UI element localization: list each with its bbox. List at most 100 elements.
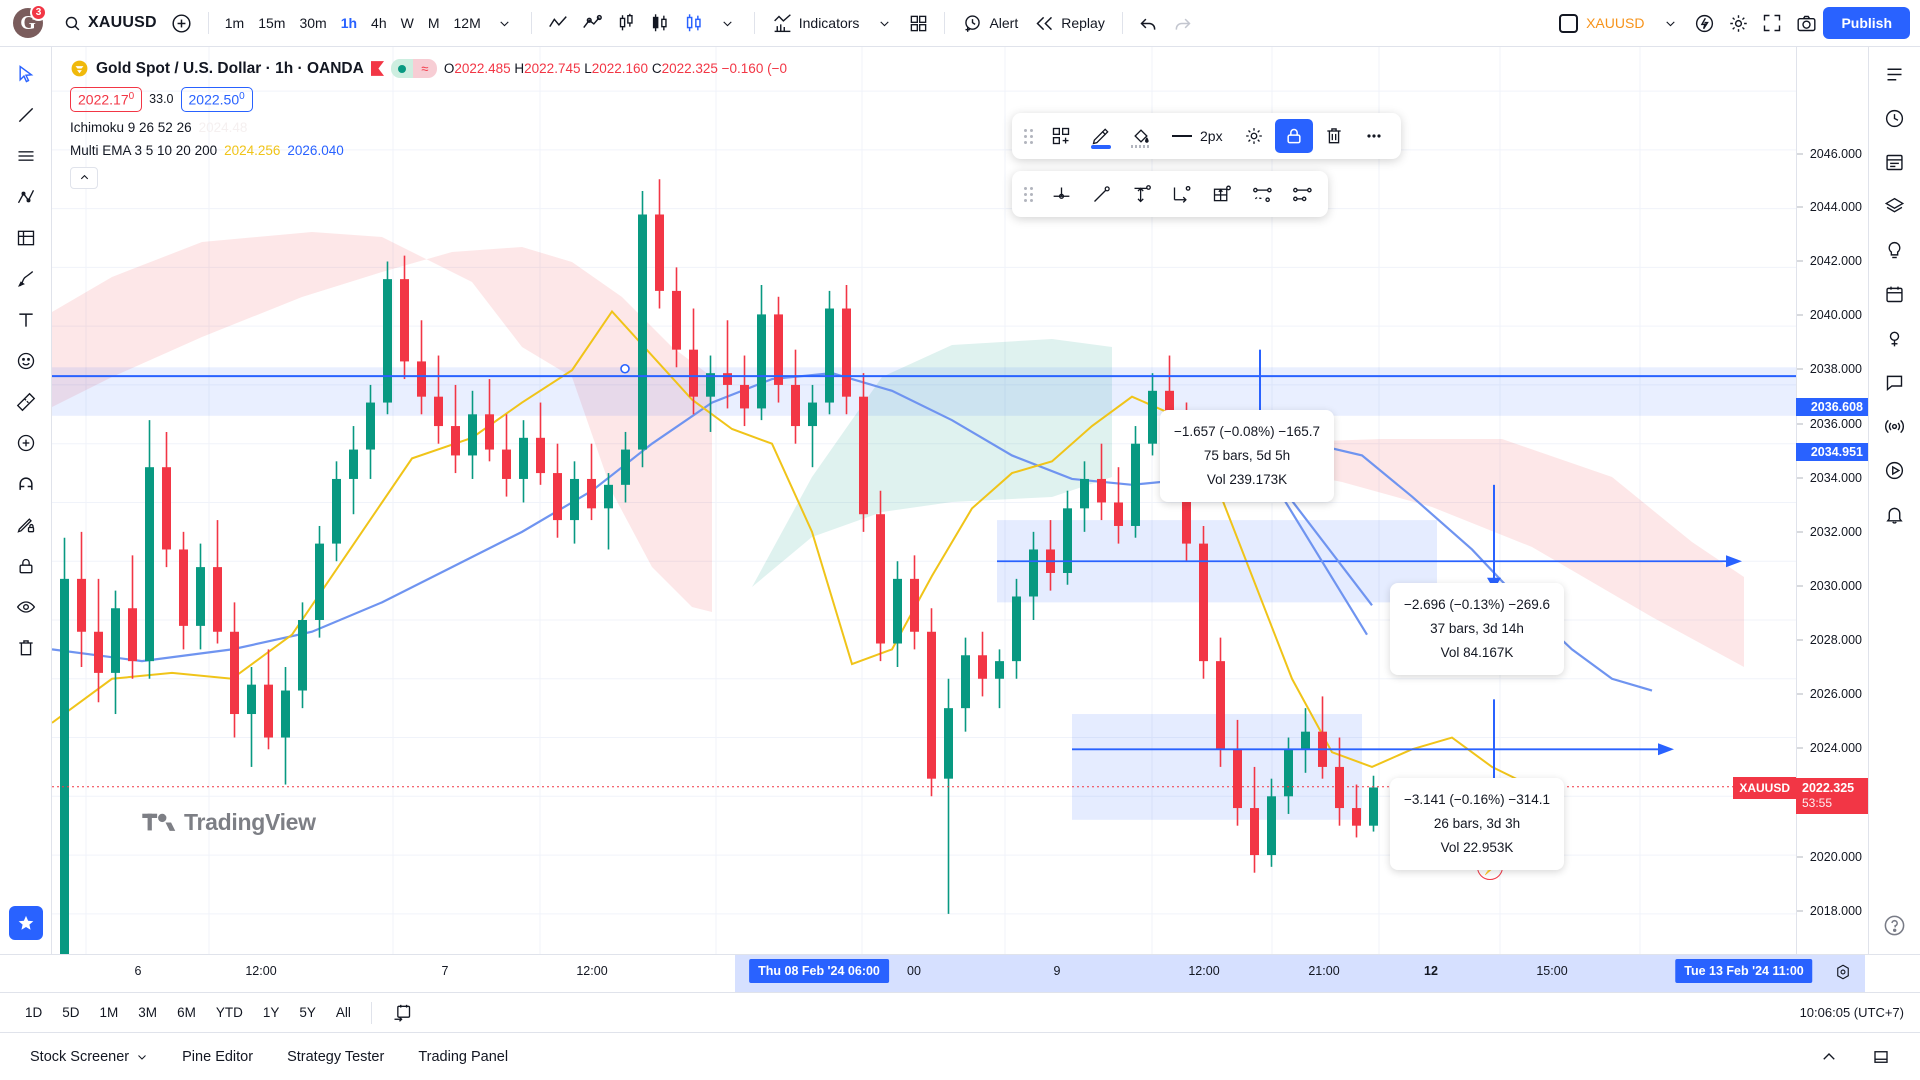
- range-1m[interactable]: 1M: [91, 1000, 128, 1025]
- chart-type-dropdown[interactable]: [711, 6, 745, 40]
- time-marker-label[interactable]: Thu 08 Feb '24 06:00: [749, 959, 889, 983]
- news-icon[interactable]: [1876, 319, 1914, 357]
- price-scale[interactable]: 2046.000 2044.000 2042.000 2040.000 2038.000…: [1796, 47, 1868, 954]
- drag-handle[interactable]: [1020, 183, 1036, 205]
- text-tool[interactable]: [7, 301, 45, 339]
- gear-icon[interactable]: [1235, 119, 1273, 153]
- undo-button[interactable]: [1132, 6, 1166, 40]
- help-icon[interactable]: [1876, 906, 1914, 944]
- stock-screener-button[interactable]: Stock Screener: [16, 1041, 162, 1073]
- indicators-dropdown[interactable]: [867, 6, 901, 40]
- quick-search-button[interactable]: [1687, 6, 1721, 40]
- favorites-button[interactable]: [8, 906, 43, 940]
- alert-button[interactable]: Alert: [954, 7, 1026, 40]
- trading-panel-button[interactable]: Trading Panel: [404, 1041, 522, 1073]
- bars-pattern-icon[interactable]: [1162, 177, 1200, 211]
- more-icon[interactable]: [1355, 119, 1393, 153]
- timeframe-1m[interactable]: 1m: [218, 9, 251, 37]
- stay-in-draw-mode-tool[interactable]: [7, 506, 45, 544]
- hide-drawings-tool[interactable]: [7, 588, 45, 626]
- expand-panel-button[interactable]: [1806, 1040, 1852, 1074]
- timeframe-1h[interactable]: 1h: [334, 9, 364, 37]
- timezone-button[interactable]: [1834, 963, 1852, 981]
- broadcast-icon[interactable]: [1876, 407, 1914, 445]
- pine-editor-button[interactable]: Pine Editor: [168, 1041, 267, 1073]
- chart-type-baseline[interactable]: [575, 6, 609, 40]
- ideas-icon[interactable]: [1876, 231, 1914, 269]
- indicators-button[interactable]: Indicators: [764, 7, 868, 40]
- magnet-tool[interactable]: [7, 465, 45, 503]
- cursor-tool[interactable]: [7, 55, 45, 93]
- time-scale[interactable]: 6 12:00 7 12:00 00 9 12:00 21:00 12 15:00 Thu 08 F…: [52, 954, 1868, 992]
- range-6m[interactable]: 6M: [168, 1000, 205, 1025]
- range-1d[interactable]: 1D: [16, 1000, 51, 1025]
- paint-bucket-icon[interactable]: [1122, 119, 1160, 153]
- measurement-tooltip[interactable]: −1.657 (−0.08%) −165.7 75 bars, 5d 5h Vo…: [1160, 410, 1334, 502]
- stream-icon[interactable]: [1876, 451, 1914, 489]
- chat-icon[interactable]: [1876, 363, 1914, 401]
- trend-line-icon[interactable]: [1082, 177, 1120, 211]
- range-5d[interactable]: 5D: [53, 1000, 88, 1025]
- remove-drawings-tool[interactable]: [7, 629, 45, 667]
- timeframe-4h[interactable]: 4h: [364, 9, 394, 37]
- range-ytd[interactable]: YTD: [207, 1000, 252, 1025]
- brush-tool[interactable]: [7, 260, 45, 298]
- strategy-tester-button[interactable]: Strategy Tester: [273, 1041, 398, 1073]
- calendar-icon[interactable]: [1876, 275, 1914, 313]
- lock-icon[interactable]: [1274, 119, 1313, 153]
- price-range-icon[interactable]: [1122, 177, 1160, 211]
- horizontal-lines-tool[interactable]: [7, 137, 45, 175]
- fullscreen-button[interactable]: [1755, 6, 1789, 40]
- templates-icon[interactable]: [1042, 119, 1080, 153]
- drag-handle[interactable]: [1020, 125, 1036, 147]
- range-all[interactable]: All: [327, 1000, 360, 1025]
- time-marker-label[interactable]: Tue 13 Feb '24 11:00: [1675, 959, 1813, 983]
- pencil-icon[interactable]: [1082, 119, 1120, 153]
- pattern-tool[interactable]: [7, 219, 45, 257]
- add-symbol-button[interactable]: [165, 6, 199, 40]
- chart-type-bars[interactable]: [609, 6, 643, 40]
- trend-line-tool[interactable]: [7, 96, 45, 134]
- last-price-label[interactable]: 2022.325 53:55: [1796, 778, 1868, 814]
- watchlist-dropdown[interactable]: [1653, 6, 1687, 40]
- range-1y[interactable]: 1Y: [254, 1000, 289, 1025]
- redo-button[interactable]: [1166, 6, 1200, 40]
- watchlist-icon[interactable]: [1876, 55, 1914, 93]
- chart-type-line[interactable]: [541, 6, 575, 40]
- fib-tool[interactable]: [7, 178, 45, 216]
- chart-type-hollow[interactable]: [643, 6, 677, 40]
- hotlists-icon[interactable]: [1876, 187, 1914, 225]
- publish-button[interactable]: Publish: [1823, 7, 1910, 39]
- maximize-panel-button[interactable]: [1858, 1040, 1904, 1074]
- data-window-icon[interactable]: [1876, 143, 1914, 181]
- user-avatar[interactable]: G 3: [10, 4, 47, 41]
- watchlist-symbol-chip[interactable]: XAUUSD: [1550, 9, 1653, 38]
- timeframe-dropdown[interactable]: [488, 6, 522, 40]
- floating-drawing-toolbar-tools[interactable]: [1012, 171, 1328, 217]
- line-width-button[interactable]: 2px: [1162, 119, 1233, 153]
- emoji-tool[interactable]: [7, 342, 45, 380]
- chart-type-candles[interactable]: [677, 6, 711, 40]
- trash-icon[interactable]: [1315, 119, 1353, 153]
- measurement-tooltip[interactable]: −2.696 (−0.13%) −269.6 37 bars, 3d 14h V…: [1390, 583, 1564, 675]
- price-line-label[interactable]: 2036.608: [1796, 398, 1868, 416]
- range-3m[interactable]: 3M: [129, 1000, 166, 1025]
- timeframe-m[interactable]: M: [421, 9, 447, 37]
- zoom-tool[interactable]: [7, 424, 45, 462]
- floating-drawing-toolbar-style[interactable]: 2px: [1012, 113, 1401, 159]
- forecast-icon[interactable]: [1282, 177, 1320, 211]
- projection-icon[interactable]: [1242, 177, 1280, 211]
- timeframe-30m[interactable]: 30m: [292, 9, 333, 37]
- replay-button[interactable]: Replay: [1026, 7, 1113, 40]
- settings-button[interactable]: [1721, 6, 1755, 40]
- timeframe-12m[interactable]: 12M: [447, 9, 488, 37]
- date-price-range-icon[interactable]: [1202, 177, 1240, 211]
- layout-button[interactable]: [901, 6, 935, 40]
- calendar-goto-icon[interactable]: [383, 998, 421, 1028]
- range-5y[interactable]: 5Y: [290, 1000, 325, 1025]
- cross-line-icon[interactable]: [1042, 177, 1080, 211]
- alerts-clock-icon[interactable]: [1876, 99, 1914, 137]
- measurement-tooltip[interactable]: −3.141 (−0.16%) −314.1 26 bars, 3d 3h Vo…: [1390, 778, 1564, 870]
- lock-drawings-tool[interactable]: [7, 547, 45, 585]
- legend-collapse-button[interactable]: [70, 166, 98, 189]
